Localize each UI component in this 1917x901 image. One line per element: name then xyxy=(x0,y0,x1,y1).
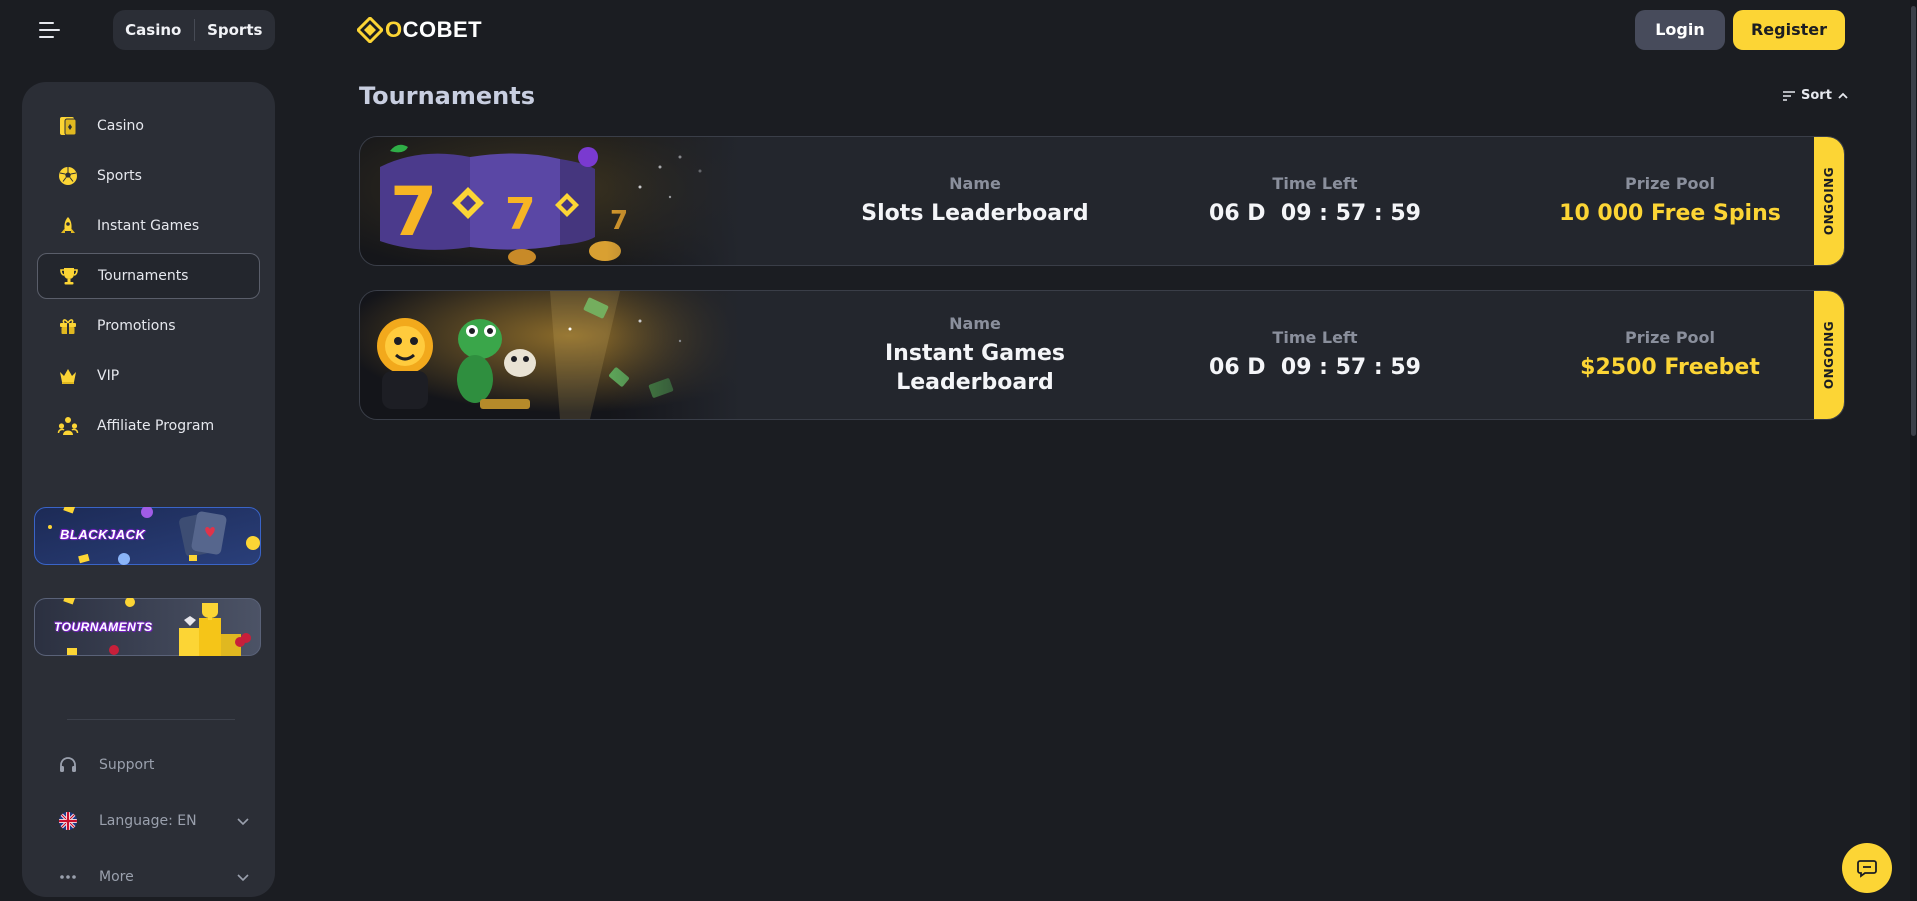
live-chat-button[interactable] xyxy=(1842,843,1892,893)
more-menu[interactable]: More xyxy=(37,857,260,897)
sidebar-item-label: Instant Games xyxy=(97,218,200,234)
scrollbar-thumb[interactable] xyxy=(1911,6,1916,436)
sidebar-item-affiliate-program[interactable]: Affiliate Program xyxy=(37,403,260,449)
sidebar-item-label: Casino xyxy=(97,118,144,134)
sidebar-item-tournaments[interactable]: Tournaments xyxy=(37,253,260,299)
chevron-up-icon xyxy=(1838,92,1848,99)
crown-icon xyxy=(57,365,79,387)
prize-pool-column: Prize Pool $2500 Freebet xyxy=(1505,291,1835,419)
sidebar-item-vip[interactable]: VIP xyxy=(37,353,260,399)
language-selector[interactable]: Language: EN xyxy=(37,801,260,841)
blackjack-banner[interactable]: BLACKJACK xyxy=(34,507,261,565)
sidebar-item-casino[interactable]: Casino xyxy=(37,103,260,149)
login-button[interactable]: Login xyxy=(1635,10,1725,50)
prize-pool-value: $2500 Freebet xyxy=(1580,355,1760,380)
chevron-down-icon xyxy=(237,874,249,882)
tournament-name-column: Name Instant Games Leaderboard xyxy=(840,291,1110,419)
name-label: Name xyxy=(949,313,1001,333)
time-left-column: Time Left 06 D 09 : 57 : 59 xyxy=(1180,137,1450,265)
prize-pool-column: Prize Pool 10 000 Free Spins xyxy=(1505,137,1835,265)
site-logo[interactable]: OCOBET xyxy=(357,14,482,46)
prize-pool-label: Prize Pool xyxy=(1624,174,1716,193)
support-link[interactable]: Support xyxy=(37,745,260,785)
page-title: Tournaments xyxy=(359,82,536,110)
trophy-icon xyxy=(58,265,80,287)
sidebar-item-sports[interactable]: Sports xyxy=(37,153,260,199)
time-left-column: Time Left 06 D 09 : 57 : 59 xyxy=(1180,291,1450,419)
sidebar-divider xyxy=(67,719,235,720)
sidebar-item-promotions[interactable]: Promotions xyxy=(37,303,260,349)
prize-pool-label: Prize Pool xyxy=(1624,328,1716,347)
affiliate-icon xyxy=(57,415,79,437)
more-label: More xyxy=(99,869,134,885)
name-label: Name xyxy=(949,174,1001,193)
tournament-name-line1: Instant Games xyxy=(885,340,1065,366)
prize-pool-value: 10 000 Free Spins xyxy=(1559,201,1781,226)
status-badge: ONGOING xyxy=(1814,291,1844,419)
sidebar-item-label: Affiliate Program xyxy=(97,418,215,434)
time-left-label: Time Left xyxy=(1272,174,1358,193)
time-left-value: 06 D 09 : 57 : 59 xyxy=(1209,355,1421,380)
gift-icon xyxy=(57,315,79,337)
ellipsis-icon xyxy=(57,866,79,888)
sidebar-item-label: Tournaments xyxy=(98,268,189,284)
tournaments-banner-title: TOURNAMENTS xyxy=(54,620,153,634)
time-left-value: 06 D 09 : 57 : 59 xyxy=(1209,201,1421,226)
sidebar: Casino Sports Instant Games Tournaments … xyxy=(22,82,275,897)
logo-diamond-icon xyxy=(357,17,383,43)
tournament-card-instant-games[interactable]: Name Instant Games Leaderboard Time Left… xyxy=(359,290,1845,420)
time-left-label: Time Left xyxy=(1272,328,1358,347)
register-button[interactable]: Register xyxy=(1733,10,1845,50)
status-badge: ONGOING xyxy=(1814,137,1844,265)
top-bar: Casino Sports OCOBET Login Register xyxy=(0,0,1910,60)
sidebar-item-label: VIP xyxy=(97,368,120,384)
sidebar-item-instant-games[interactable]: Instant Games xyxy=(37,203,260,249)
sidebar-item-label: Promotions xyxy=(97,318,176,334)
language-label: Language: EN xyxy=(99,813,197,829)
mode-tab-sports[interactable]: Sports xyxy=(195,10,276,50)
tournament-name-column: Name Slots Leaderboard xyxy=(840,137,1110,265)
sort-icon xyxy=(1783,90,1795,101)
uk-flag-icon xyxy=(57,810,79,832)
tournament-card-slots[interactable]: 7 7 7 Name Slots Leaderboard Time Left 0… xyxy=(359,136,1845,266)
headset-icon xyxy=(57,754,79,776)
rocket-icon xyxy=(57,215,79,237)
tournament-name: Slots Leaderboard xyxy=(861,201,1089,226)
support-label: Support xyxy=(99,757,155,773)
tournament-name-line2: Leaderboard xyxy=(896,369,1054,395)
instant-games-tournament-image xyxy=(360,291,740,419)
menu-icon[interactable] xyxy=(36,18,64,42)
sort-label: Sort xyxy=(1801,88,1832,103)
sort-button[interactable]: Sort xyxy=(1782,88,1849,103)
chevron-down-icon xyxy=(237,818,249,826)
mode-tab-casino[interactable]: Casino xyxy=(113,10,194,50)
sidebar-item-label: Sports xyxy=(97,168,142,184)
casino-cards-icon xyxy=(57,115,79,137)
status-label: ONGOING xyxy=(1822,320,1836,390)
logo-wordmark: OCOBET xyxy=(385,17,483,42)
blackjack-banner-title: BLACKJACK xyxy=(60,527,146,542)
chat-icon xyxy=(1857,860,1877,878)
slots-tournament-image: 7 7 7 xyxy=(360,137,740,265)
status-label: ONGOING xyxy=(1822,166,1836,236)
mode-switch: Casino Sports xyxy=(113,10,275,50)
tournaments-banner[interactable]: TOURNAMENTS xyxy=(34,598,261,656)
soccer-ball-icon xyxy=(57,165,79,187)
